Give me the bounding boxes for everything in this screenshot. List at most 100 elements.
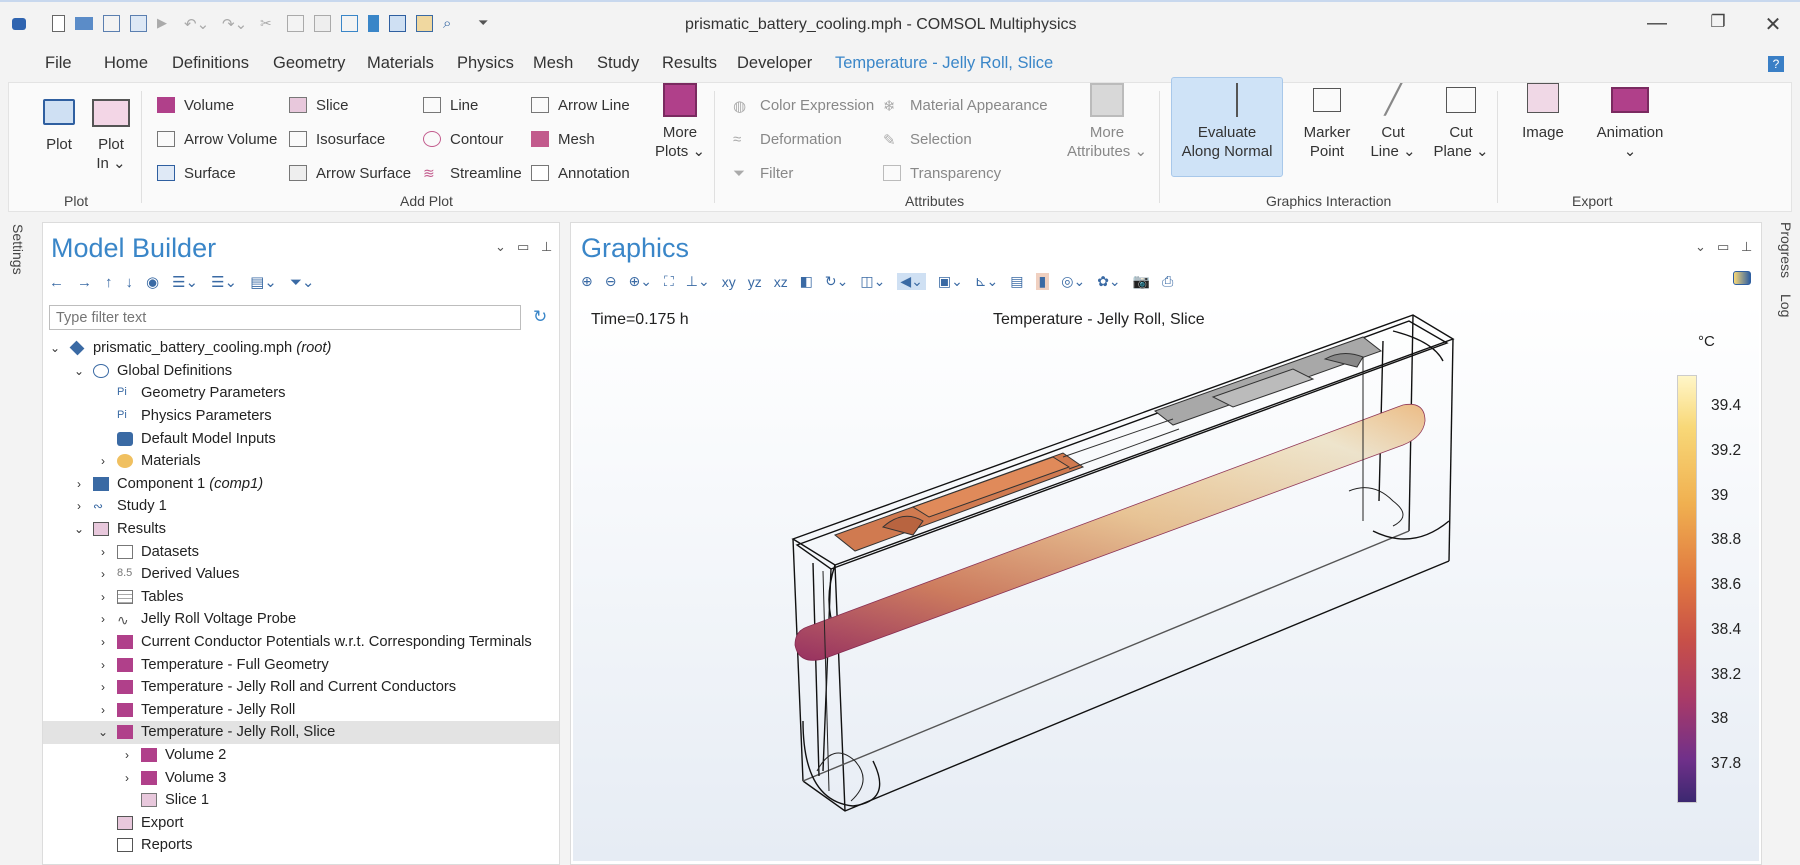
tree-node-physics-parameters[interactable]: Pi Physics Parameters: [43, 405, 559, 428]
transparency-view-icon[interactable]: ▣⌄: [938, 273, 963, 290]
tree-node-current-conductor-potentials[interactable]: › Current Conductor Potentials w.r.t. Cor…: [43, 631, 559, 654]
add-line-button[interactable]: Line: [423, 95, 478, 115]
model-tree-node-text-icon[interactable]: ▤⌄: [250, 273, 277, 291]
tree-node-derived-values[interactable]: › 8.5 Derived Values: [43, 563, 559, 586]
chevron-right-icon[interactable]: ›: [95, 658, 111, 672]
expand-icon[interactable]: ☰⌄: [211, 273, 237, 291]
progress-side-tab[interactable]: Progress: [1778, 222, 1794, 278]
chevron-down-icon[interactable]: ⌄: [95, 725, 111, 739]
add-surface-button[interactable]: Surface: [157, 163, 236, 183]
chevron-right-icon[interactable]: ›: [71, 499, 87, 513]
filter-button[interactable]: ⏷ Filter: [733, 163, 793, 183]
screenshot-icon[interactable]: 📷: [1133, 273, 1150, 290]
view-xz-icon[interactable]: xz: [774, 274, 788, 290]
close-icon[interactable]: ✕: [1758, 12, 1788, 37]
light-icon[interactable]: ◀⌄: [897, 273, 926, 290]
menu-geometry[interactable]: Geometry: [273, 54, 345, 73]
add-arrow-line-button[interactable]: Arrow Line: [531, 95, 630, 115]
chevron-down-icon[interactable]: ⌄: [71, 364, 87, 378]
cut-plane-button[interactable]: Cut Plane ⌄: [1429, 83, 1493, 161]
chevron-right-icon[interactable]: ›: [95, 590, 111, 604]
tree-node-global-definitions[interactable]: ⌄ Global Definitions: [43, 360, 559, 383]
tree-node-reports[interactable]: Reports: [43, 834, 559, 857]
open-file-icon[interactable]: [75, 17, 93, 30]
chevron-right-icon[interactable]: ›: [95, 454, 111, 468]
panel-menu-icon[interactable]: ⌄: [495, 239, 506, 255]
menu-file[interactable]: File: [45, 54, 72, 73]
tree-node-materials[interactable]: › Materials: [43, 450, 559, 473]
add-arrow-surface-button[interactable]: Arrow Surface: [289, 163, 411, 183]
menu-physics[interactable]: Physics: [457, 54, 514, 73]
add-streamline-button[interactable]: ≋ Streamline: [423, 163, 522, 183]
zoom-out-icon[interactable]: ⊖: [605, 273, 617, 290]
animation-button[interactable]: Animation ⌄: [1583, 83, 1677, 161]
camera-view-icon[interactable]: ◧: [800, 273, 813, 290]
tree-node-volume-3[interactable]: › Volume 3: [43, 766, 559, 789]
render-icon[interactable]: ✿⌄: [1097, 273, 1120, 290]
help-icon[interactable]: ?: [1768, 56, 1784, 72]
tree-node-temperature-jelly-roll-slice[interactable]: ⌄ Temperature - Jelly Roll, Slice: [43, 721, 559, 744]
material-appearance-button[interactable]: ❄ Material Appearance: [883, 95, 1048, 116]
menu-definitions[interactable]: Definitions: [172, 54, 249, 73]
view-xy-icon[interactable]: xy: [722, 274, 736, 290]
panel-maximize-icon[interactable]: ▭: [1717, 239, 1729, 255]
tree-node-component-1[interactable]: › Component 1 (comp1): [43, 473, 559, 496]
view-yz-icon[interactable]: yz: [748, 274, 762, 290]
add-slice-button[interactable]: Slice: [289, 95, 349, 115]
evaluate-along-normal-button[interactable]: Evaluate Along Normal: [1169, 83, 1285, 161]
select-icon[interactable]: ◫⌄: [860, 273, 885, 290]
redo-icon[interactable]: ↷⌄: [222, 15, 250, 33]
rotate-icon[interactable]: ↻⌄: [825, 273, 848, 290]
grid-icon[interactable]: ▤: [1010, 273, 1023, 290]
undo-icon[interactable]: ↶⌄: [184, 15, 212, 33]
chevron-right-icon[interactable]: ›: [71, 477, 87, 491]
color-expression-button[interactable]: ◍ Color Expression: [733, 95, 874, 116]
more-attributes-button[interactable]: More Attributes ⌄: [1061, 83, 1153, 161]
graphics-viewport[interactable]: Time=0.175 h Temperature - Jelly Roll, S…: [573, 301, 1759, 861]
chevron-right-icon[interactable]: ›: [95, 703, 111, 717]
chevron-right-icon[interactable]: ›: [95, 567, 111, 581]
duplicate-icon[interactable]: [341, 15, 358, 32]
chevron-right-icon[interactable]: ›: [119, 748, 135, 762]
animation-dropdown-icon[interactable]: ⌄: [1583, 142, 1677, 161]
panel-pin-icon[interactable]: ⊥: [541, 239, 552, 255]
chevron-down-icon[interactable]: ⌄: [71, 522, 87, 536]
scene-light-icon[interactable]: ◎⌄: [1061, 273, 1085, 290]
move-down-icon[interactable]: ↓: [126, 274, 134, 291]
transparency-button[interactable]: Transparency: [883, 163, 1001, 183]
forward-icon[interactable]: →: [77, 274, 92, 291]
panel-pin-icon[interactable]: ⊥: [1741, 239, 1752, 255]
color-table-icon[interactable]: [1733, 271, 1751, 285]
tree-node-geometry-parameters[interactable]: Pi Geometry Parameters: [43, 382, 559, 405]
zoom-box-icon[interactable]: ⊕⌄: [628, 273, 651, 290]
more-plots-button[interactable]: More Plots ⌄: [639, 83, 721, 161]
delete-icon[interactable]: [368, 15, 379, 32]
print-icon[interactable]: ⎙: [1162, 273, 1173, 290]
menu-study[interactable]: Study: [597, 54, 639, 73]
zoom-extents-icon[interactable]: ⛶: [664, 273, 674, 290]
chevron-right-icon[interactable]: ›: [119, 771, 135, 785]
tree-node-temperature-full-geometry[interactable]: › Temperature - Full Geometry: [43, 653, 559, 676]
tree-node-datasets[interactable]: › Datasets: [43, 540, 559, 563]
tree-node-study-1[interactable]: › ∾ Study 1: [43, 495, 559, 518]
panel-menu-icon[interactable]: ⌄: [1695, 239, 1706, 255]
chevron-right-icon[interactable]: ›: [95, 635, 111, 649]
tab-temperature-jelly-roll-slice[interactable]: Temperature - Jelly Roll, Slice: [835, 54, 1053, 73]
tree-node-temperature-jelly-roll-conductors[interactable]: › Temperature - Jelly Roll and Current Co…: [43, 676, 559, 699]
plot-in-button[interactable]: Plot In ⌄: [81, 99, 141, 173]
save-icon[interactable]: [103, 15, 120, 32]
cut-icon[interactable]: ✂: [260, 15, 277, 32]
menu-mesh[interactable]: Mesh: [533, 54, 573, 73]
add-arrow-volume-button[interactable]: Arrow Volume: [157, 129, 277, 149]
tree-node-root[interactable]: ⌄ prismatic_battery_cooling.mph (root): [43, 337, 559, 360]
menu-developer[interactable]: Developer: [737, 54, 812, 73]
tree-node-slice-1[interactable]: Slice 1: [43, 789, 559, 812]
customize-toolbar-icon[interactable]: ⏷: [478, 15, 495, 32]
find-icon[interactable]: ⌕: [443, 15, 460, 32]
deformation-button[interactable]: ≈ Deformation: [733, 129, 842, 149]
tree-node-results[interactable]: ⌄ Results: [43, 518, 559, 541]
chevron-right-icon[interactable]: ›: [95, 680, 111, 694]
selection-button[interactable]: ✎ Selection: [883, 129, 972, 150]
chevron-down-icon[interactable]: ⌄: [47, 341, 63, 355]
axes-icon[interactable]: ⊥⌄: [686, 273, 710, 290]
